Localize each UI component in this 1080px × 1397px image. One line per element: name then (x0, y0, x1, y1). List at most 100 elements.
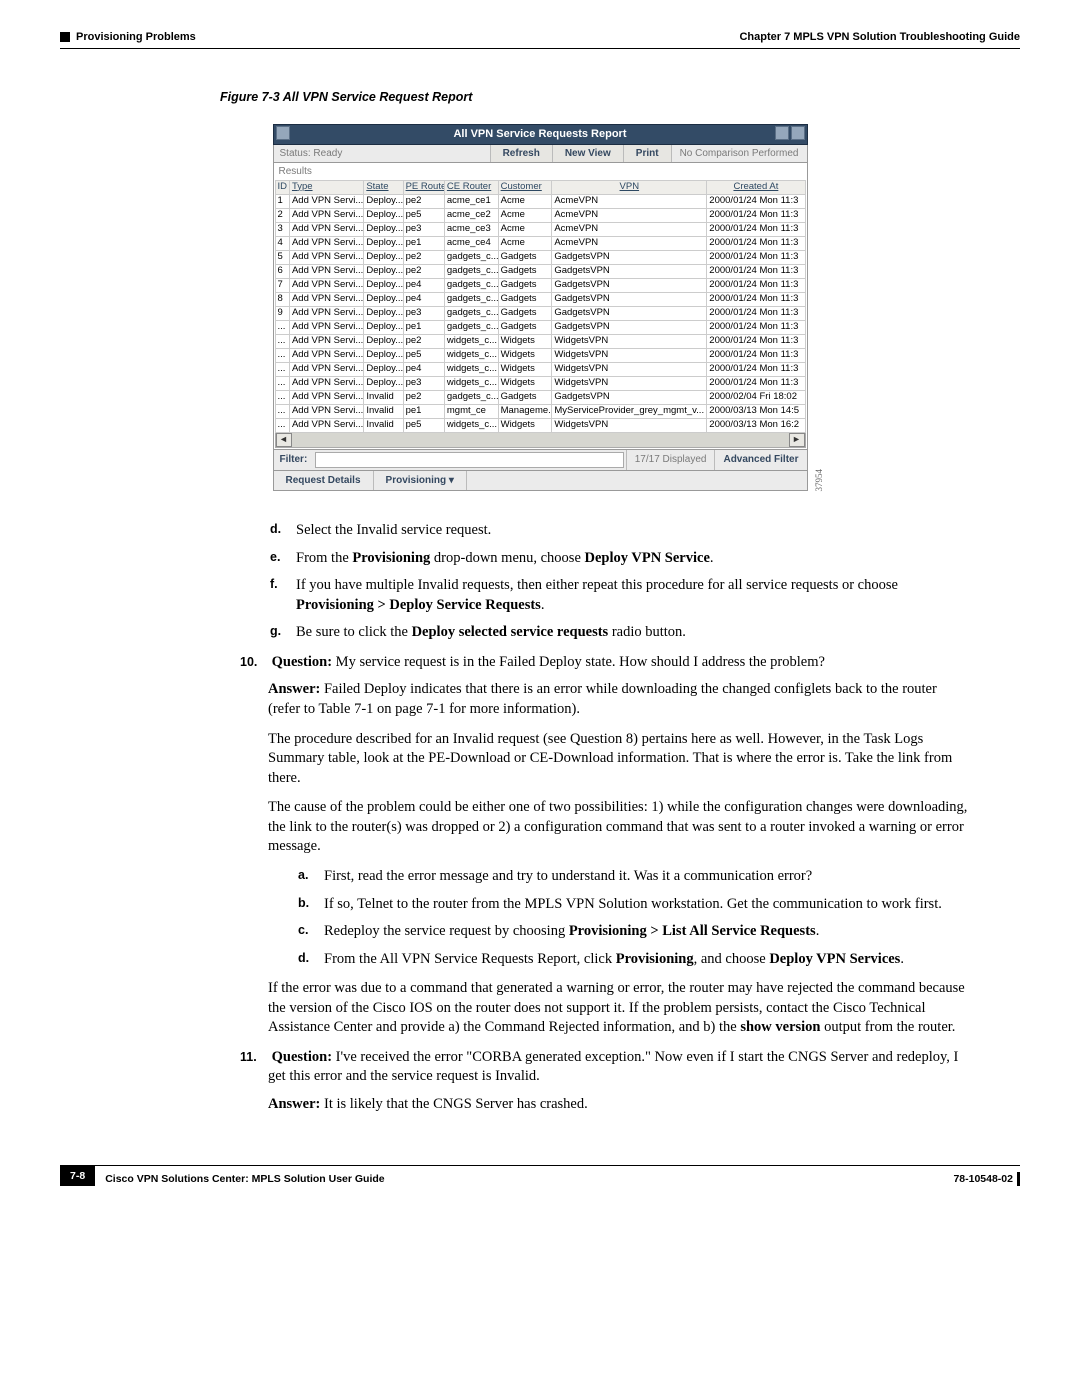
filter-input[interactable] (315, 452, 623, 468)
table-row[interactable]: ...Add VPN Servi...Invalidpe1mgmt_ceMana… (275, 404, 805, 418)
cell-vpn: GadgetsVPN (552, 390, 707, 404)
col-type[interactable]: Type (289, 180, 363, 194)
table-row[interactable]: 3Add VPN Servi...Deploy...pe3acme_ce3Acm… (275, 222, 805, 236)
table-row[interactable]: ...Add VPN Servi...Deploy...pe5widgets_c… (275, 348, 805, 362)
cell-pe: pe1 (403, 404, 444, 418)
cell-pe: pe3 (403, 306, 444, 320)
cell-cust: Gadgets (498, 278, 552, 292)
table-row[interactable]: ...Add VPN Servi...Deploy...pe3widgets_c… (275, 376, 805, 390)
scroll-right-icon[interactable]: ► (789, 433, 805, 447)
results-panel: Results ID Type State PE Router CE Route… (273, 163, 808, 450)
cell-created: 2000/01/24 Mon 11:3 (707, 264, 805, 278)
cell-cust: Gadgets (498, 320, 552, 334)
cell-type: Add VPN Servi... (289, 292, 363, 306)
cell-state: Deploy... (364, 222, 403, 236)
cell-pe: pe3 (403, 222, 444, 236)
cell-type: Add VPN Servi... (289, 250, 363, 264)
table-row[interactable]: ...Add VPN Servi...Invalidpe5widgets_c..… (275, 418, 805, 432)
table-row[interactable]: 5Add VPN Servi...Deploy...pe2gadgets_c..… (275, 250, 805, 264)
table-row[interactable]: ...Add VPN Servi...Deploy...pe4widgets_c… (275, 362, 805, 376)
table-row[interactable]: 1Add VPN Servi...Deploy...pe2acme_ce1Acm… (275, 194, 805, 208)
cell-vpn: GadgetsVPN (552, 264, 707, 278)
col-pe[interactable]: PE Router (403, 180, 444, 194)
cell-id: 2 (275, 208, 289, 222)
cell-created: 2000/01/24 Mon 11:3 (707, 292, 805, 306)
cell-created: 2000/01/24 Mon 11:3 (707, 362, 805, 376)
cell-pe: pe2 (403, 194, 444, 208)
new-view-button[interactable]: New View (552, 145, 623, 163)
q10-question: 10. Question: My service request is in t… (240, 653, 970, 673)
table-row[interactable]: 8Add VPN Servi...Deploy...pe4gadgets_c..… (275, 292, 805, 306)
cell-created: 2000/01/24 Mon 11:3 (707, 320, 805, 334)
cell-type: Add VPN Servi... (289, 418, 363, 432)
cell-created: 2000/02/04 Fri 18:02 (707, 390, 805, 404)
q10-p4: If the error was due to a command that g… (268, 979, 970, 1038)
q10-step-d: d. From the All VPN Service Requests Rep… (298, 950, 970, 970)
cell-type: Add VPN Servi... (289, 208, 363, 222)
cell-cust: Widgets (498, 376, 552, 390)
cell-state: Deploy... (364, 264, 403, 278)
col-state[interactable]: State (364, 180, 403, 194)
cell-id: ... (275, 334, 289, 348)
cell-created: 2000/03/13 Mon 14:5 (707, 404, 805, 418)
status-label: Status: (280, 148, 311, 159)
col-ce[interactable]: CE Router (444, 180, 498, 194)
table-row[interactable]: 9Add VPN Servi...Deploy...pe3gadgets_c..… (275, 306, 805, 320)
cell-ce: gadgets_c... (444, 306, 498, 320)
table-row[interactable]: 6Add VPN Servi...Deploy...pe2gadgets_c..… (275, 264, 805, 278)
window-max-icon[interactable] (791, 126, 805, 140)
col-created[interactable]: Created At (707, 180, 805, 194)
page-header: Provisioning Problems Chapter 7 MPLS VPN… (60, 30, 1020, 49)
cell-created: 2000/01/24 Mon 11:3 (707, 250, 805, 264)
q10-step-b: b.If so, Telnet to the router from the M… (298, 895, 970, 915)
refresh-button[interactable]: Refresh (490, 145, 552, 163)
cell-type: Add VPN Servi... (289, 194, 363, 208)
cell-pe: pe2 (403, 264, 444, 278)
header-chapter: Chapter 7 MPLS VPN Solution Troubleshoot… (739, 30, 1020, 45)
cell-id: 6 (275, 264, 289, 278)
cell-cust: Acme (498, 236, 552, 250)
table-row[interactable]: ...Add VPN Servi...Deploy...pe2widgets_c… (275, 334, 805, 348)
cell-type: Add VPN Servi... (289, 362, 363, 376)
col-vpn[interactable]: VPN (552, 180, 707, 194)
window-menu-icon[interactable] (276, 126, 290, 140)
table-row[interactable]: 7Add VPN Servi...Deploy...pe4gadgets_c..… (275, 278, 805, 292)
window-titlebar: All VPN Service Requests Report (273, 124, 808, 145)
header-section: Provisioning Problems (76, 31, 196, 43)
cell-ce: gadgets_c... (444, 320, 498, 334)
cell-cust: Widgets (498, 418, 552, 432)
scroll-left-icon[interactable]: ◄ (276, 433, 292, 447)
cell-ce: gadgets_c... (444, 278, 498, 292)
cell-pe: pe2 (403, 390, 444, 404)
table-row[interactable]: ...Add VPN Servi...Invalidpe2gadgets_c..… (275, 390, 805, 404)
advanced-filter-button[interactable]: Advanced Filter (714, 450, 806, 470)
cell-id: ... (275, 418, 289, 432)
window-min-icon[interactable] (775, 126, 789, 140)
provisioning-menu[interactable]: Provisioning ▾ (374, 471, 467, 491)
cell-state: Invalid (364, 404, 403, 418)
page-number: 7-8 (60, 1166, 95, 1186)
request-details-button[interactable]: Request Details (274, 471, 374, 491)
cell-ce: widgets_c... (444, 418, 498, 432)
cell-ce: widgets_c... (444, 348, 498, 362)
cell-state: Invalid (364, 390, 403, 404)
cell-pe: pe4 (403, 278, 444, 292)
cell-cust: Gadgets (498, 306, 552, 320)
col-id[interactable]: ID (275, 180, 289, 194)
q10-steps: a.First, read the error message and try … (298, 867, 970, 969)
col-customer[interactable]: Customer (498, 180, 552, 194)
cell-created: 2000/01/24 Mon 11:3 (707, 236, 805, 250)
cell-state: Deploy... (364, 194, 403, 208)
cell-pe: pe2 (403, 250, 444, 264)
cell-created: 2000/01/24 Mon 11:3 (707, 306, 805, 320)
h-scrollbar[interactable]: ◄ ► (275, 433, 806, 448)
table-row[interactable]: 4Add VPN Servi...Deploy...pe1acme_ce4Acm… (275, 236, 805, 250)
cell-type: Add VPN Servi... (289, 278, 363, 292)
doc-number: 78-10548-02 (953, 1173, 1013, 1185)
cell-ce: mgmt_ce (444, 404, 498, 418)
table-row[interactable]: ...Add VPN Servi...Deploy...pe1gadgets_c… (275, 320, 805, 334)
cell-vpn: AcmeVPN (552, 194, 707, 208)
print-button[interactable]: Print (623, 145, 671, 163)
table-row[interactable]: 2Add VPN Servi...Deploy...pe5acme_ce2Acm… (275, 208, 805, 222)
cell-id: 3 (275, 222, 289, 236)
